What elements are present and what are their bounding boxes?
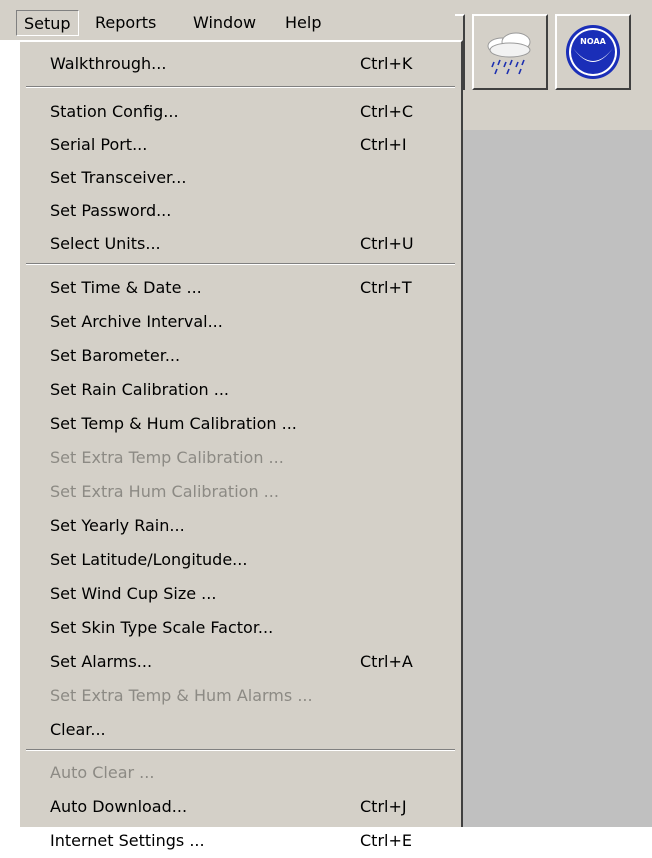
menu-item-label: Set Extra Temp & Hum Alarms ... — [50, 686, 313, 705]
menu-item-shortcut: Ctrl+U — [360, 234, 414, 253]
menu-item-label: Set Time & Date ... — [50, 278, 202, 297]
menu-item-label: Set Latitude/Longitude... — [50, 550, 248, 569]
menu-item-shortcut: Ctrl+J — [360, 797, 407, 816]
menu-separator — [26, 86, 455, 88]
menu-separator — [26, 263, 455, 265]
menu-item-label: Internet Settings ... — [50, 831, 205, 850]
menu-item-clear[interactable]: Clear... — [20, 713, 461, 747]
menu-item-label: Set Barometer... — [50, 346, 181, 365]
menu-item-set-transceiver[interactable]: Set Transceiver... — [20, 161, 461, 195]
menu-item-label: Auto Clear ... — [50, 763, 155, 782]
menu-item-set-time-date[interactable]: Set Time & Date ... Ctrl+T — [20, 271, 461, 305]
menu-item-label: Select Units... — [50, 234, 161, 253]
menu-item-label: Clear... — [50, 720, 106, 739]
menu-item-set-barometer[interactable]: Set Barometer... — [20, 339, 461, 373]
menu-help[interactable]: Help — [285, 10, 321, 36]
menu-item-label: Set Transceiver... — [50, 168, 187, 187]
menu-item-set-temp-hum-calibration[interactable]: Set Temp & Hum Calibration ... — [20, 407, 461, 441]
menu-item-station-config[interactable]: Station Config... Ctrl+C — [20, 95, 461, 129]
menu-item-shortcut: Ctrl+E — [360, 831, 412, 850]
menu-item-auto-download[interactable]: Auto Download... Ctrl+J — [20, 790, 461, 824]
menu-item-label: Set Archive Interval... — [50, 312, 223, 331]
menu-item-label: Station Config... — [50, 102, 179, 121]
menu-item-set-extra-hum-calibration: Set Extra Hum Calibration ... — [20, 475, 461, 509]
menu-item-set-skin-type-scale-factor[interactable]: Set Skin Type Scale Factor... — [20, 611, 461, 645]
menu-item-set-yearly-rain[interactable]: Set Yearly Rain... — [20, 509, 461, 543]
menu-item-label: Set Wind Cup Size ... — [50, 584, 217, 603]
menu-item-label: Set Password... — [50, 201, 172, 220]
menu-item-set-archive-interval[interactable]: Set Archive Interval... — [20, 305, 461, 339]
menu-item-label: Set Alarms... — [50, 652, 153, 671]
menu-item-set-password[interactable]: Set Password... — [20, 194, 461, 228]
noaa-toolbar-button[interactable]: NOAA — [555, 14, 631, 90]
menu-item-set-wind-cup-size[interactable]: Set Wind Cup Size ... — [20, 577, 461, 611]
rain-cloud-icon — [480, 22, 540, 82]
menu-item-shortcut: Ctrl+T — [360, 278, 412, 297]
menu-item-label: Set Extra Temp Calibration ... — [50, 448, 284, 467]
menu-separator — [26, 749, 455, 751]
menu-item-shortcut: Ctrl+C — [360, 102, 414, 121]
menu-item-set-latitude-longitude[interactable]: Set Latitude/Longitude... — [20, 543, 461, 577]
menu-item-label: Set Yearly Rain... — [50, 516, 185, 535]
svg-text:NOAA: NOAA — [580, 37, 606, 46]
menu-item-set-alarms[interactable]: Set Alarms... Ctrl+A — [20, 645, 461, 679]
menu-item-label: Set Skin Type Scale Factor... — [50, 618, 274, 637]
menu-item-label: Set Extra Hum Calibration ... — [50, 482, 279, 501]
rain-toolbar-button[interactable] — [472, 14, 548, 90]
menu-reports[interactable]: Reports — [95, 10, 156, 36]
menu-item-auto-clear: Auto Clear ... — [20, 756, 461, 790]
setup-dropdown-menu: Walkthrough... Ctrl+K Station Config... … — [18, 40, 463, 850]
menu-setup[interactable]: Setup — [16, 10, 79, 36]
menu-item-label: Walkthrough... — [50, 54, 167, 73]
menu-item-walkthrough[interactable]: Walkthrough... Ctrl+K — [20, 47, 461, 81]
menu-window[interactable]: Window — [193, 10, 256, 36]
menu-item-label: Set Rain Calibration ... — [50, 380, 229, 399]
menu-item-shortcut: Ctrl+A — [360, 652, 413, 671]
workspace-area — [455, 130, 652, 827]
menu-item-set-extra-temp-calibration: Set Extra Temp Calibration ... — [20, 441, 461, 475]
menu-item-set-extra-temp-hum-alarms: Set Extra Temp & Hum Alarms ... — [20, 679, 461, 713]
menu-item-set-rain-calibration[interactable]: Set Rain Calibration ... — [20, 373, 461, 407]
noaa-logo-icon: NOAA — [563, 22, 623, 82]
menu-item-serial-port[interactable]: Serial Port... Ctrl+I — [20, 128, 461, 162]
menu-item-label: Serial Port... — [50, 135, 148, 154]
menu-item-label: Set Temp & Hum Calibration ... — [50, 414, 297, 433]
menu-item-select-units[interactable]: Select Units... Ctrl+U — [20, 227, 461, 261]
menu-item-shortcut: Ctrl+K — [360, 54, 413, 73]
menu-item-shortcut: Ctrl+I — [360, 135, 407, 154]
menu-item-label: Auto Download... — [50, 797, 188, 816]
menu-item-internet-settings[interactable]: Internet Settings ... Ctrl+E — [20, 824, 461, 858]
